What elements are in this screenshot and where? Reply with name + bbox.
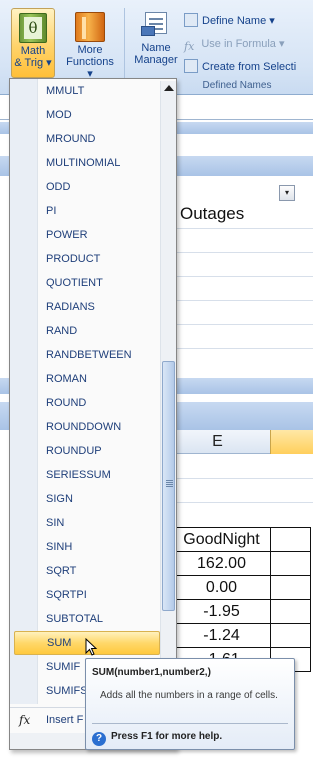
fx-icon: fx bbox=[19, 713, 31, 727]
function-tooltip: SUM(number1,number2,) Adds all the numbe… bbox=[85, 658, 295, 750]
tooltip-divider bbox=[92, 723, 288, 724]
menu-item-pi[interactable]: PI bbox=[14, 199, 160, 223]
theta-book-icon: θ bbox=[19, 13, 47, 43]
menu-item-power[interactable]: POWER bbox=[14, 223, 160, 247]
menu-scrollbar[interactable] bbox=[160, 81, 176, 701]
scrollbar-thumb[interactable] bbox=[162, 361, 175, 611]
chevron-down-icon: ▾ bbox=[278, 38, 285, 50]
more-functions-label-1: More bbox=[77, 44, 103, 56]
scroll-up-arrow-icon[interactable] bbox=[164, 85, 174, 91]
menu-item-multinomial[interactable]: MULTINOMIAL bbox=[14, 151, 160, 175]
menu-item-subtotal[interactable]: SUBTOTAL bbox=[14, 607, 160, 631]
tooltip-title: SUM(number1,number2,) bbox=[92, 667, 211, 678]
menu-item-product[interactable]: PRODUCT bbox=[14, 247, 160, 271]
menu-item-mmult[interactable]: MMULT bbox=[14, 79, 160, 103]
filter-dropdown-button[interactable]: ▾ bbox=[279, 185, 295, 201]
table-cell[interactable]: 0.00 bbox=[172, 575, 271, 600]
table-cell[interactable]: -1.24 bbox=[172, 623, 271, 648]
defined-names-group-label: Defined Names bbox=[202, 80, 272, 91]
name-manager-label-1: Name bbox=[141, 42, 171, 54]
menu-item-mround[interactable]: MROUND bbox=[14, 127, 160, 151]
math-trig-button[interactable]: θ Math & Trig ▾ bbox=[11, 8, 55, 78]
menu-item-sin[interactable]: SIN bbox=[14, 511, 160, 535]
menu-item-mod[interactable]: MOD bbox=[14, 103, 160, 127]
menu-item-sqrtpi[interactable]: SQRTPI bbox=[14, 583, 160, 607]
tooltip-description: Adds all the numbers in a range of cells… bbox=[100, 690, 278, 701]
menu-item-round[interactable]: ROUND bbox=[14, 391, 160, 415]
menu-item-sign[interactable]: SIGN bbox=[14, 487, 160, 511]
name-manager-icon bbox=[141, 12, 171, 38]
create-from-selection-icon bbox=[184, 59, 198, 73]
chevron-down-icon: ▾ bbox=[46, 57, 52, 69]
menu-item-rand[interactable]: RAND bbox=[14, 319, 160, 343]
books-icon bbox=[75, 12, 105, 42]
tooltip-help: ? Press F1 for more help. bbox=[92, 728, 222, 746]
table-header-cell[interactable]: GoodNight bbox=[172, 527, 271, 552]
chevron-down-icon: ▾ bbox=[269, 15, 275, 27]
name-manager-label-2: Manager bbox=[134, 54, 178, 66]
table-row: 0.00 bbox=[172, 575, 311, 600]
table-row: -1.24 bbox=[172, 623, 311, 648]
more-functions-button[interactable]: More Functions ▾ bbox=[62, 8, 118, 80]
create-from-selection-button[interactable]: Create from Selecti bbox=[184, 58, 296, 76]
menu-item-randbetween[interactable]: RANDBETWEEN bbox=[14, 343, 160, 367]
mouse-pointer-icon bbox=[85, 638, 98, 656]
table-cell[interactable]: -1.95 bbox=[172, 599, 271, 624]
math-trig-label-1: Math bbox=[20, 45, 46, 57]
ribbon-separator bbox=[124, 8, 125, 82]
grip-icon bbox=[166, 480, 173, 481]
name-manager-button[interactable]: Name Manager bbox=[130, 8, 182, 78]
define-name-button[interactable]: Define Name ▾ bbox=[184, 12, 275, 30]
menu-item-rounddown[interactable]: ROUNDDOWN bbox=[14, 415, 160, 439]
use-in-formula-button[interactable]: fx Use in Formula ▾ bbox=[184, 35, 285, 53]
table-row: GoodNight bbox=[172, 527, 311, 552]
column-header-f[interactable] bbox=[270, 430, 313, 454]
menu-item-sqrt[interactable]: SQRT bbox=[14, 559, 160, 583]
table-row: -1.95 bbox=[172, 599, 311, 624]
fx-icon: fx bbox=[184, 40, 195, 53]
use-in-formula-label: Use in Formula bbox=[201, 38, 276, 50]
define-name-label: Define Name bbox=[202, 15, 267, 27]
help-icon: ? bbox=[92, 732, 106, 746]
more-functions-label-2: Functions bbox=[66, 56, 114, 68]
menu-item-roman[interactable]: ROMAN bbox=[14, 367, 160, 391]
menu-item-roundup[interactable]: ROUNDUP bbox=[14, 439, 160, 463]
insert-function-label: Insert F bbox=[46, 714, 84, 726]
menu-item-seriessum[interactable]: SERIESSUM bbox=[14, 463, 160, 487]
menu-item-sinh[interactable]: SINH bbox=[14, 535, 160, 559]
create-from-selection-label: Create from Selecti bbox=[202, 61, 297, 73]
menu-item-odd[interactable]: ODD bbox=[14, 175, 160, 199]
define-name-icon bbox=[184, 13, 198, 27]
math-trig-label-2: & Trig bbox=[14, 57, 44, 69]
column-header-e[interactable]: E bbox=[165, 430, 270, 454]
data-table: GoodNight 162.00 0.00 -1.95 -1.24 -1.61 bbox=[172, 527, 311, 672]
table-row: 162.00 bbox=[172, 551, 311, 576]
menu-item-radians[interactable]: RADIANS bbox=[14, 295, 160, 319]
table-cell[interactable]: 162.00 bbox=[172, 551, 271, 576]
tooltip-help-text: Press F1 for more help. bbox=[111, 731, 223, 742]
menu-item-quotient[interactable]: QUOTIENT bbox=[14, 271, 160, 295]
outages-cell[interactable]: Outages bbox=[180, 204, 244, 224]
